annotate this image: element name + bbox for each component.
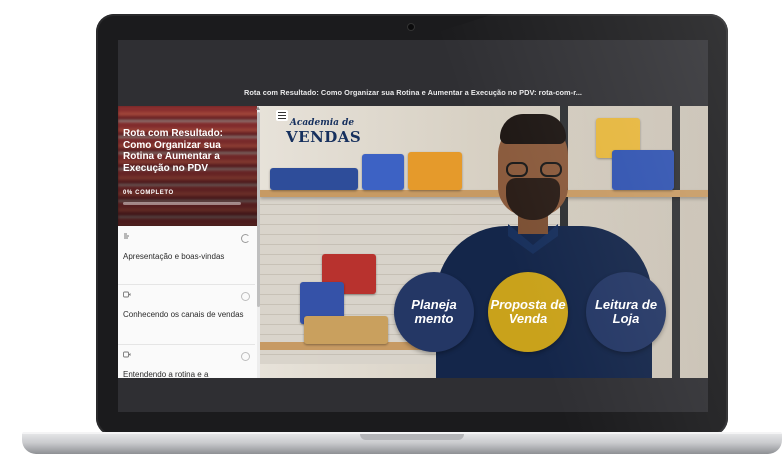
window-title: Rota com Resultado: Como Organizar sua R… — [243, 87, 583, 97]
lesson-item[interactable]: Conhecendo os canais de vendas — [118, 284, 255, 345]
glasses — [506, 162, 562, 178]
not-started-status-icon — [241, 292, 250, 301]
lesson-label: Conhecendo os canais de vendas — [123, 310, 244, 319]
progress-bar — [123, 202, 241, 205]
course-title: Rota com Resultado: Como Organizar sua R… — [123, 128, 224, 174]
lesson-label: Apresentação e boas-vindas — [123, 252, 225, 261]
course-sidebar: Rota com Resultado: Como Organizar sua R… — [118, 106, 260, 378]
player-footer — [118, 378, 708, 412]
not-started-status-icon — [241, 352, 250, 361]
hamburger-menu-icon[interactable] — [276, 110, 288, 121]
video-lesson-icon — [123, 351, 131, 358]
lesson-label: Entendendo a rotina e a — [123, 370, 209, 378]
product-package — [612, 150, 674, 190]
store-shelf — [260, 190, 708, 197]
text-lesson-icon — [124, 233, 129, 239]
product-basket — [304, 316, 388, 344]
leitura-de-loja-badge: Leitura de Loja — [586, 272, 666, 352]
video-player[interactable]: Academia de VENDAS Planeja mento Propost… — [260, 106, 708, 378]
lesson-item[interactable]: Entendendo a rotina e a — [118, 344, 255, 378]
course-player: Rota com Resultado: Como Organizar sua R… — [118, 106, 708, 378]
academia-de-vendas-logo: Academia de VENDAS — [286, 118, 362, 146]
in-progress-status-icon — [241, 234, 250, 243]
webcam-icon — [408, 24, 414, 30]
proposta-de-venda-badge: Proposta de Venda — [488, 272, 568, 352]
planejamento-badge: Planeja mento — [394, 272, 474, 352]
product-package — [270, 168, 358, 190]
lesson-item[interactable]: Apresentação e boas-vindas — [118, 226, 255, 285]
progress-label: 0% COMPLETO — [123, 190, 174, 196]
course-header: Rota com Resultado: Como Organizar sua R… — [118, 106, 260, 226]
laptop-notch — [360, 434, 464, 440]
product-package — [408, 152, 462, 190]
laptop-screen: Rota com Resultado: Como Organizar sua R… — [118, 40, 708, 412]
window-title-bar: Rota com Resultado: Como Organizar sua R… — [118, 78, 708, 106]
product-package — [362, 154, 404, 190]
video-lesson-icon — [123, 291, 131, 298]
